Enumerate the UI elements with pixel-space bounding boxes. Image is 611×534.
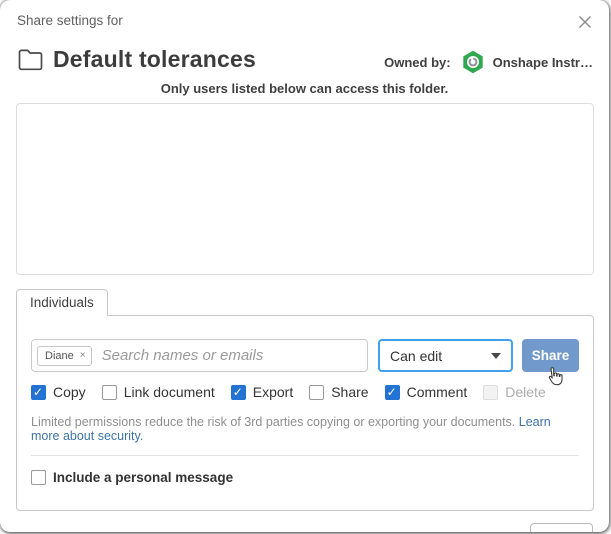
close-icon[interactable] xyxy=(577,14,593,30)
screen: Share settings for Default tolerances Ow… xyxy=(0,0,611,534)
checkbox-share-label: Share xyxy=(331,384,369,400)
chip-remove-icon[interactable]: × xyxy=(80,350,86,361)
recipient-chip-label: Diane xyxy=(45,349,74,362)
checkbox-export-label: Export xyxy=(252,384,294,400)
panel-divider xyxy=(31,455,579,456)
dialog-title: Share settings for xyxy=(17,13,123,28)
owner-info: Owned by: Onshape Instr… xyxy=(384,50,593,74)
checkbox-delete: Delete xyxy=(483,384,546,400)
permission-select[interactable]: Can edit xyxy=(378,339,513,372)
permission-select-value: Can edit xyxy=(390,347,443,364)
checkbox-delete-label: Delete xyxy=(505,384,546,400)
tab-individuals[interactable]: Individuals xyxy=(16,289,108,316)
permission-checkboxes: Copy Link document Export Share Comment xyxy=(31,384,579,400)
checkbox-comment-box[interactable] xyxy=(384,384,400,400)
onshape-logo-icon xyxy=(462,50,483,74)
dialog-titlebar: Share settings for xyxy=(0,0,609,30)
checkbox-link-document-box[interactable] xyxy=(101,384,117,400)
recipient-search-box[interactable]: Diane × xyxy=(31,339,368,372)
recipient-chip[interactable]: Diane × xyxy=(37,345,92,366)
personal-message-checkbox[interactable] xyxy=(31,470,46,485)
share-form-row: Diane × Can edit Share xyxy=(31,339,579,386)
owner-name: Onshape Instr… xyxy=(492,54,593,70)
checkbox-share-box[interactable] xyxy=(309,384,325,400)
chevron-down-icon xyxy=(491,352,501,359)
share-button-wrap: Share xyxy=(522,339,579,386)
checkbox-comment-label: Comment xyxy=(406,384,468,400)
checkbox-link-document-label: Link document xyxy=(123,384,215,400)
personal-message-option[interactable]: Include a personal message xyxy=(31,470,579,485)
individuals-panel: Diane × Can edit Share xyxy=(16,315,594,511)
dialog-footer: Close xyxy=(0,511,609,532)
checkbox-delete-box xyxy=(483,384,499,400)
permissions-note: Limited permissions reduce the risk of 3… xyxy=(31,415,579,443)
folder-name: Default tolerances xyxy=(53,45,256,72)
checkbox-share[interactable]: Share xyxy=(309,384,369,400)
checkbox-copy-label: Copy xyxy=(53,384,86,400)
checkbox-copy-box[interactable] xyxy=(31,384,46,400)
checkbox-comment[interactable]: Comment xyxy=(384,384,468,400)
search-input[interactable] xyxy=(99,346,359,365)
close-button[interactable]: Close xyxy=(530,523,593,532)
access-notice: Only users listed below can access this … xyxy=(160,81,449,96)
checkbox-export[interactable]: Export xyxy=(230,384,294,400)
checkbox-link-document[interactable]: Link document xyxy=(101,384,215,400)
folder-icon xyxy=(18,49,43,71)
checkbox-copy[interactable]: Copy xyxy=(31,384,86,400)
document-header: Default tolerances Owned by: Onshape Ins… xyxy=(0,30,609,74)
owned-by-label: Owned by: xyxy=(384,54,451,70)
shared-users-list[interactable] xyxy=(16,103,594,275)
permissions-note-text: Limited permissions reduce the risk of 3… xyxy=(31,415,516,429)
checkbox-export-box[interactable] xyxy=(230,384,246,400)
personal-message-label: Include a personal message xyxy=(53,470,234,485)
share-settings-dialog: Share settings for Default tolerances Ow… xyxy=(0,0,609,532)
share-button[interactable]: Share xyxy=(522,339,579,372)
